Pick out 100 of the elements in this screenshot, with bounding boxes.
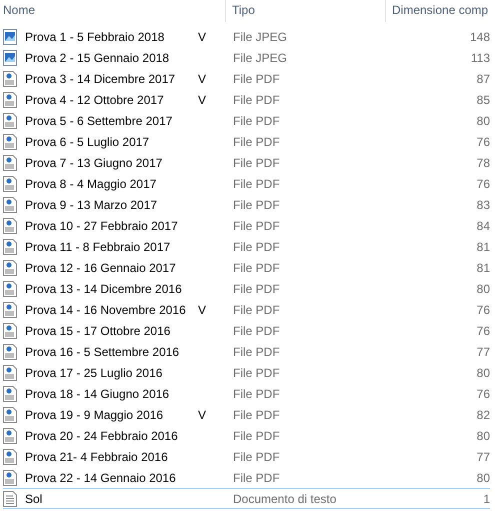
file-size: 82 [476,408,490,422]
file-type: File PDF [232,450,281,464]
file-row[interactable]: Prova 14 - 16 Novembre 2016 V File PDF 76 [3,299,490,320]
file-type: File PDF [232,134,281,148]
file-row[interactable]: Prova 2 - 15 Gennaio 2018 File JPEG 113 [3,47,490,68]
file-type: File PDF [232,176,281,190]
file-row[interactable]: Prova 4 - 12 Ottobre 2017 V File PDF 85 [3,89,490,110]
file-row[interactable]: Prova 13 - 14 Dicembre 2016 File PDF 80 [3,278,490,299]
file-type: File PDF [232,260,281,274]
file-size: 80 [476,114,490,128]
file-row[interactable]: Prova 18 - 14 Giugno 2016 File PDF 76 [3,383,490,404]
text-file-icon [3,490,17,506]
file-size: 80 [476,366,490,380]
pdf-file-icon [3,322,17,338]
file-type: File JPEG [232,30,288,44]
column-header[interactable]: Dimensione comp [385,0,495,22]
file-type: File PDF [232,408,281,422]
file-size: 77 [476,344,490,358]
file-row[interactable]: Prova 9 - 13 Marzo 2017 File PDF 83 [3,194,490,215]
file-name: Prova 21- 4 Febbraio 2016 [24,450,169,464]
file-name: Prova 22 - 14 Gennaio 2016 [24,470,177,484]
column-header[interactable]: Nome [0,0,225,22]
file-name: Prova 10 - 27 Febbraio 2017 [24,218,179,232]
file-row[interactable]: Prova 10 - 27 Febbraio 2017 File PDF 84 [3,215,490,236]
file-size: 85 [476,92,490,106]
mark-text: V [198,92,206,106]
file-name: Prova 5 - 6 Settembre 2017 [24,114,174,128]
file-name: Prova 17 - 25 Luglio 2016 [24,366,164,380]
file-name: Prova 3 - 14 Dicembre 2017 [24,72,176,86]
file-name: Prova 2 - 15 Gennaio 2018 [24,50,170,64]
file-type: File PDF [232,470,281,484]
file-type: File PDF [232,156,281,170]
file-name: Prova 8 - 4 Maggio 2017 [24,176,158,190]
pdf-file-icon [3,134,17,150]
file-size: 77 [476,450,490,464]
mark-text: V [198,72,206,86]
pdf-file-icon [3,238,17,254]
mark-text: V [198,30,206,44]
pdf-file-icon [3,218,17,234]
file-row[interactable]: Sol Documento di testo 1 [3,488,490,509]
file-name: Prova 19 - 9 Maggio 2016 [24,408,164,422]
file-row[interactable]: Prova 8 - 4 Maggio 2017 File PDF 76 [3,173,490,194]
file-type: File PDF [232,282,281,296]
file-row[interactable]: Prova 7 - 13 Giugno 2017 File PDF 78 [3,152,490,173]
file-name: Prova 13 - 14 Dicembre 2016 [24,282,183,296]
file-type: File PDF [232,324,281,338]
file-row[interactable]: Prova 19 - 9 Maggio 2016 V File PDF 82 [3,404,490,425]
pdf-file-icon [3,302,17,318]
file-size: 81 [476,240,490,254]
file-row[interactable]: Prova 20 - 24 Febbraio 2016 File PDF 80 [3,425,490,446]
file-name: Prova 16 - 5 Settembre 2016 [24,344,180,358]
image-file-icon [3,50,17,66]
file-type: File JPEG [232,50,288,64]
file-type: File PDF [232,92,281,106]
pdf-file-icon [3,176,17,192]
pdf-file-icon [3,154,17,170]
file-name: Prova 12 - 16 Gennaio 2017 [24,260,177,274]
pdf-file-icon [3,196,17,212]
file-row[interactable]: Prova 1 - 5 Febbraio 2018 V File JPEG 148 [3,26,490,47]
pdf-file-icon [3,364,17,380]
file-name: Prova 9 - 13 Marzo 2017 [24,198,158,212]
file-row[interactable]: Prova 5 - 6 Settembre 2017 File PDF 80 [3,110,490,131]
pdf-file-icon [3,406,17,422]
image-file-icon [3,28,17,44]
pdf-file-icon [3,448,17,464]
file-name: Prova 6 - 5 Luglio 2017 [24,134,150,148]
file-row[interactable]: Prova 3 - 14 Dicembre 2017 V File PDF 87 [3,68,490,89]
file-row[interactable]: Prova 6 - 5 Luglio 2017 File PDF 76 [3,131,490,152]
file-size: 78 [476,156,490,170]
pdf-file-icon [3,280,17,296]
file-row[interactable]: Prova 17 - 25 Luglio 2016 File PDF 80 [3,362,490,383]
file-size: 87 [476,72,490,86]
file-row[interactable]: Prova 16 - 5 Settembre 2016 File PDF 77 [3,341,490,362]
file-size: 80 [476,282,490,296]
file-name: Prova 4 - 12 Ottobre 2017 [24,92,165,106]
mark-text: V [198,408,206,422]
file-size: 1 [483,492,490,506]
file-type: File PDF [232,302,281,316]
file-name: Prova 18 - 14 Giugno 2016 [24,386,170,400]
column-header[interactable]: Tipo [225,0,385,22]
pdf-file-icon [3,112,17,128]
pdf-file-icon [3,260,17,276]
pdf-file-icon [3,344,17,360]
file-size: 76 [476,176,490,190]
file-size: 83 [476,198,490,212]
file-size: 76 [476,386,490,400]
file-size: 76 [476,134,490,148]
file-size: 84 [476,218,490,232]
pdf-file-icon [3,470,17,486]
file-type: File PDF [232,240,281,254]
file-row[interactable]: Prova 21- 4 Febbraio 2016 File PDF 77 [3,446,490,467]
mark-text: V [198,302,206,316]
file-row[interactable]: Prova 11 - 8 Febbraio 2017 File PDF 81 [3,236,490,257]
file-size: 113 [470,50,490,64]
file-name: Prova 14 - 16 Novembre 2016 [24,302,187,316]
file-row[interactable]: Prova 12 - 16 Gennaio 2017 File PDF 81 [3,257,490,278]
file-type: File PDF [232,386,281,400]
file-row[interactable]: Prova 22 - 14 Gennaio 2016 File PDF 80 [3,467,490,488]
file-type: File PDF [232,218,281,232]
file-row[interactable]: Prova 15 - 17 Ottobre 2016 File PDF 76 [3,320,490,341]
